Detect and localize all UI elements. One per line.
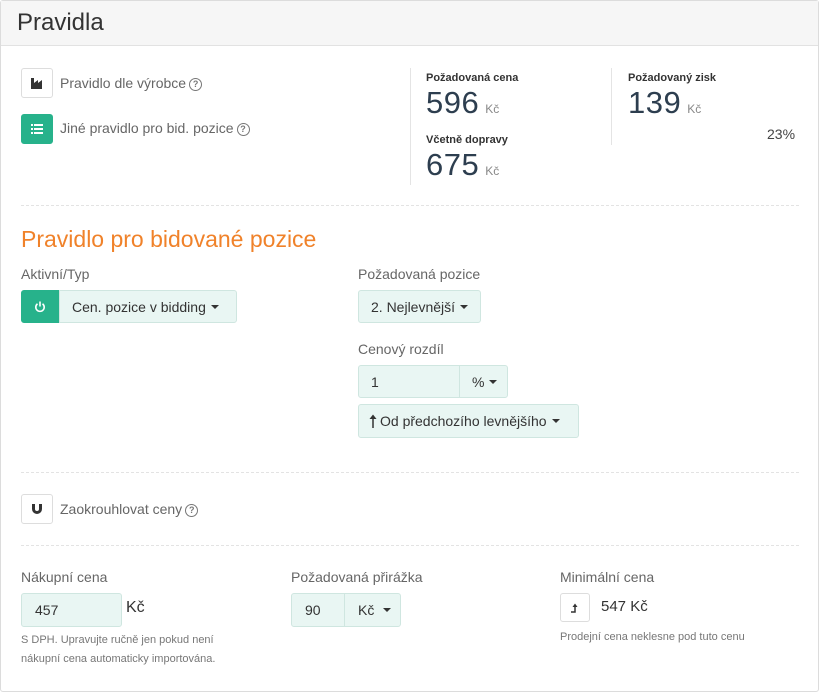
bid-rule-button[interactable]: [21, 114, 53, 144]
stats-divider: [611, 68, 612, 145]
bid-section-title: Pravidlo pro bidované pozice: [21, 226, 317, 252]
required-profit: 139 Kč: [628, 85, 701, 121]
magnet-icon: [32, 503, 42, 514]
position-label: Požadovaná pozice: [358, 266, 481, 282]
caret-down-icon: [210, 304, 219, 309]
markup-value: 90: [305, 602, 321, 618]
bid-rule-row: Jiné pravidlo pro bid. pozice?: [60, 120, 250, 136]
price-diff-label: Cenový rozdíl: [358, 341, 444, 357]
section-divider: [21, 205, 799, 206]
arrow-up-icon: [369, 414, 377, 428]
rounding-row: Zaokrouhlovat ceny?: [60, 501, 199, 517]
purchase-price-input[interactable]: 457: [21, 593, 122, 627]
min-price-note: Prodejní cena neklesne pod tuto cenu: [560, 631, 745, 643]
purchase-price-label: Nákupní cena: [21, 569, 108, 585]
purchase-price-value: 457: [35, 602, 59, 618]
purchase-note: S DPH. Upravujte ručně jen pokud není ná…: [21, 631, 215, 669]
required-profit-unit: Kč: [687, 102, 702, 116]
power-icon: [35, 301, 45, 312]
required-price-unit: Kč: [485, 102, 500, 116]
help-icon[interactable]: ?: [189, 78, 203, 91]
markup-label: Požadovaná přirážka: [291, 569, 423, 585]
price-diff-unit: %: [472, 373, 485, 390]
caret-down-icon: [489, 379, 498, 384]
manufacturer-rule-button[interactable]: [21, 68, 53, 98]
manufacturer-rule-label: Pravidlo dle výrobce: [60, 75, 187, 91]
direction-select[interactable]: Od předchozího levnějšího: [358, 404, 579, 438]
profit-percent: 23%: [767, 126, 796, 142]
active-type-label: Aktivní/Typ: [21, 266, 90, 282]
bid-rule-label: Jiné pravidlo pro bid. pozice: [60, 120, 234, 136]
incl-shipping: 675 Kč: [426, 147, 499, 183]
panel-header: Pravidla: [1, 1, 818, 46]
factory-icon: [30, 78, 42, 89]
markup-unit-select[interactable]: Kč: [344, 593, 401, 627]
purchase-note-line: S DPH. Upravujte ručně jen pokud není: [21, 634, 214, 646]
purchase-price-unit: Kč: [126, 599, 145, 616]
active-toggle-button[interactable]: [21, 290, 59, 323]
required-profit-value: 139: [628, 85, 682, 120]
stats-divider: [410, 68, 411, 185]
incl-shipping-label: Včetně dopravy: [426, 134, 508, 146]
section-divider: [21, 545, 799, 546]
price-diff-input[interactable]: 1: [358, 365, 460, 398]
min-price-button[interactable]: [560, 593, 590, 622]
page-title: Pravidla: [17, 9, 104, 36]
price-diff-unit-select[interactable]: %: [459, 365, 508, 398]
help-icon[interactable]: ?: [236, 123, 250, 136]
markup-unit: Kč: [358, 602, 375, 618]
caret-down-icon: [551, 419, 560, 423]
level-up-icon: [570, 603, 577, 613]
position-select[interactable]: 2. Nejlevnější: [358, 290, 481, 323]
min-price-value: 547 Kč: [601, 598, 648, 615]
incl-shipping-value: 675: [426, 147, 480, 182]
direction-select-value: Od předchozího levnějšího: [380, 413, 547, 429]
section-divider: [21, 472, 799, 473]
incl-shipping-unit: Kč: [485, 164, 500, 178]
min-price-label: Minimální cena: [560, 569, 655, 585]
required-profit-label: Požadovaný zisk: [628, 72, 717, 84]
required-price-label: Požadovaná cena: [426, 72, 519, 84]
rounding-label: Zaokrouhlovat ceny: [60, 501, 183, 517]
caret-down-icon: [460, 304, 469, 309]
type-select[interactable]: Cen. pozice v bidding: [59, 290, 237, 323]
purchase-note-line: nákupní cena automaticky importována.: [21, 653, 216, 665]
caret-down-icon: [383, 608, 392, 612]
rounding-toggle-button[interactable]: [21, 494, 53, 524]
position-select-value: 2. Nejlevnější: [371, 298, 456, 315]
list-icon: [31, 124, 43, 134]
help-icon[interactable]: ?: [185, 504, 199, 517]
price-diff-value: 1: [371, 373, 379, 390]
type-select-value: Cen. pozice v bidding: [72, 298, 206, 315]
required-price: 596 Kč: [426, 85, 499, 121]
manufacturer-rule-row: Pravidlo dle výrobce?: [60, 75, 203, 91]
markup-input[interactable]: 90: [291, 593, 345, 627]
rules-panel: Pravidla Pravidlo dle výrobce? Jiné prav…: [0, 0, 819, 692]
required-price-value: 596: [426, 85, 480, 120]
